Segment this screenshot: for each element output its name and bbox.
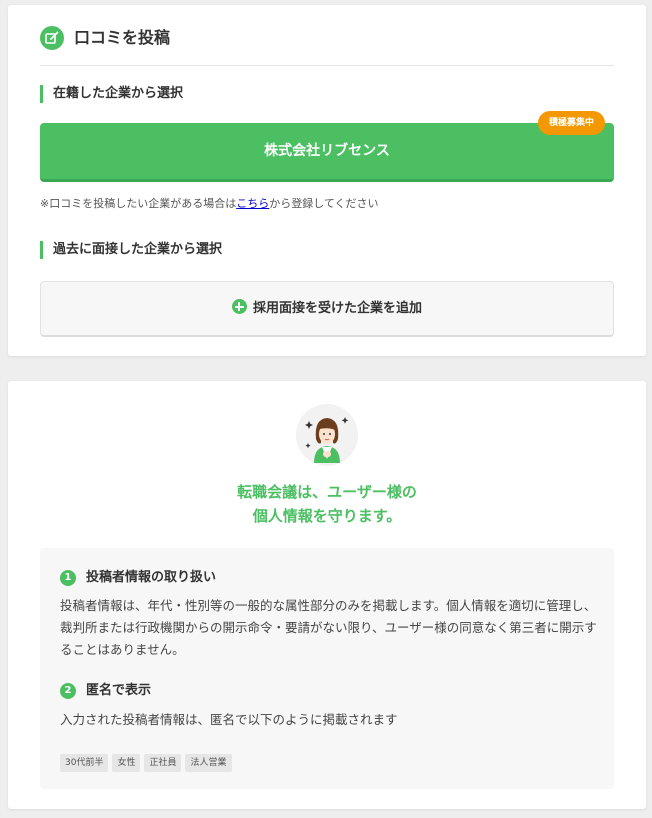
point-2-number: 2 (60, 683, 76, 699)
company-select-button[interactable]: 株式会社リブセンス (40, 123, 614, 182)
tag-job: 法人営業 (185, 754, 232, 772)
interview-company-heading: 過去に面接した企業から選択 (40, 241, 222, 259)
recruit-badge: 積極募集中 (538, 111, 605, 135)
post-review-card: 口コミを投稿 在籍した企業から選択 株式会社リブセンス 積極募集中 ※口コミを投… (8, 5, 646, 356)
point-1-number: 1 (60, 570, 76, 586)
plus-circle-icon (231, 299, 247, 314)
add-interview-label: 採用面接を受けた企業を追加 (252, 301, 422, 316)
company-name: 株式会社リブセンス (264, 143, 390, 159)
pledge-line-2: 個人情報を守ります。 (252, 507, 402, 525)
privacy-info-box: 1 投稿者情報の取り扱い 投稿者情報は、年代・性別等の一般的な属性部分のみを掲載し… (40, 548, 614, 789)
point-2-heading: 2 匿名で表示 (60, 681, 151, 701)
point-1-heading: 1 投稿者情報の取り扱い (60, 568, 216, 588)
register-link[interactable]: こちら (236, 197, 269, 210)
pledge-line-1: 転職会議は、ユーザー様の (237, 483, 417, 501)
add-interview-company-button[interactable]: 採用面接を受けた企業を追加 (40, 281, 614, 337)
edit-icon (40, 26, 64, 50)
register-note: ※口コミを投稿したい企業がある場合はこちらから登録してください (40, 196, 379, 212)
tag-gender: 女性 (112, 754, 141, 772)
tag-employment: 正社員 (144, 754, 182, 772)
sample-attribute-tags: 30代前半 女性 正社員 法人営業 (60, 750, 236, 772)
tag-age: 30代前半 (60, 754, 109, 772)
note-suffix: から登録してください (269, 197, 379, 210)
current-company-heading: 在籍した企業から選択 (40, 85, 183, 103)
header-divider (40, 65, 614, 66)
point-1-title: 投稿者情報の取り扱い (86, 570, 217, 585)
privacy-pledge: 転職会議は、ユーザー様の 個人情報を守ります。 (8, 480, 646, 528)
page-title: 口コミを投稿 (74, 28, 171, 47)
point-1-body: 投稿者情報は、年代・性別等の一般的な属性部分のみを掲載します。個人情報を適切に管… (60, 598, 597, 657)
point-2-body: 入力された投稿者情報は、匿名で以下のように掲載されます (60, 712, 398, 727)
privacy-card: 転職会議は、ユーザー様の 個人情報を守ります。 1 投稿者情報の取り扱い 投稿者情… (8, 381, 646, 809)
support-staff-illustration (296, 404, 358, 466)
point-2-title: 匿名で表示 (86, 683, 152, 698)
note-prefix: ※口コミを投稿したい企業がある場合は (40, 197, 237, 210)
